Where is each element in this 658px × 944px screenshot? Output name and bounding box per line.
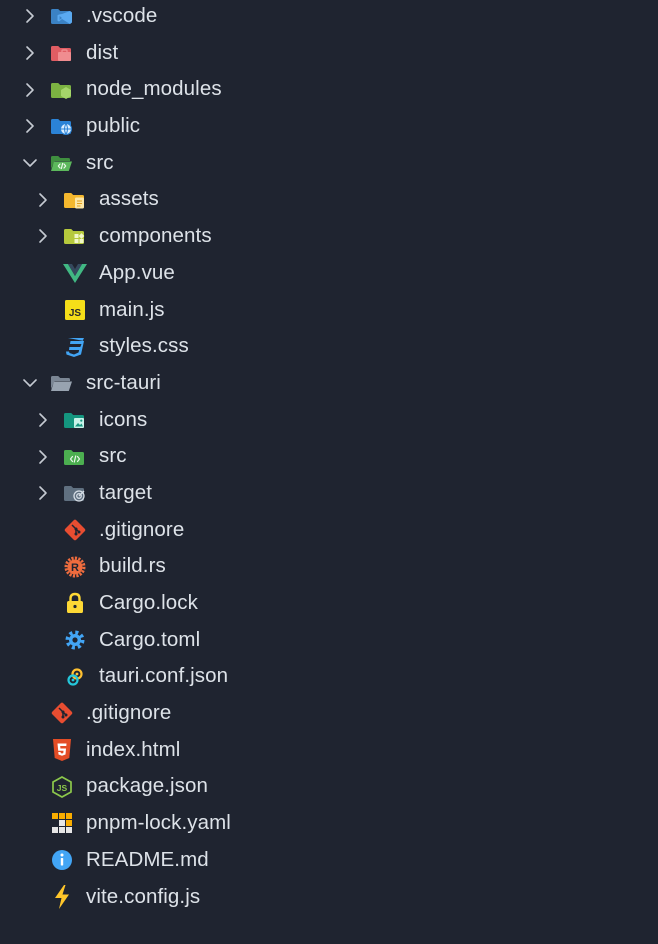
file-explorer: .vscode dist node_modulespublic src assets co… (0, 0, 658, 944)
tree-file-styles-css[interactable]: styles.css (0, 328, 658, 365)
chevron-right-icon[interactable] (20, 35, 40, 72)
tree-item-label: src (99, 444, 127, 468)
chevron-right-icon[interactable] (33, 438, 53, 475)
tree-folder-dist[interactable]: dist (0, 35, 658, 72)
chevron-right-icon[interactable] (33, 402, 53, 439)
html-file-icon (48, 732, 76, 769)
node-folder-icon (48, 71, 76, 108)
chevron-right-icon[interactable] (33, 181, 53, 218)
info-file-icon (48, 842, 76, 879)
tree-item-label: App.vue (99, 260, 175, 284)
git-file-icon (61, 512, 89, 549)
folder-open-icon (48, 365, 76, 402)
tree-file-vite-config-js[interactable]: vite.config.js (0, 879, 658, 916)
settings-file-icon (61, 622, 89, 659)
tree-item-label: tauri.conf.json (99, 664, 229, 688)
assets-folder-icon (61, 181, 89, 218)
chevron-right-icon[interactable] (33, 218, 53, 255)
tree-folder-src[interactable]: src (0, 145, 658, 182)
css-file-icon (61, 328, 89, 365)
tree-folder-vscode[interactable]: .vscode (0, 0, 658, 35)
tree-file-app-vue[interactable]: App.vue (0, 255, 658, 292)
tree-item-label: Cargo.toml (99, 627, 201, 651)
tree-item-label: node_modules (86, 77, 222, 101)
chevron-right-icon[interactable] (20, 0, 40, 35)
tree-item-label: src-tauri (86, 370, 161, 394)
tree-file-tauri-conf-json[interactable]: tauri.conf.json (0, 658, 658, 695)
tree-item-label: package.json (86, 774, 209, 798)
tree-folder-src[interactable]: src (0, 438, 658, 475)
src-folder-icon (61, 438, 89, 475)
tree-folder-node-modules[interactable]: node_modules (0, 71, 658, 108)
tree-item-label: target (99, 480, 153, 504)
tree-file-index-html[interactable]: index.html (0, 732, 658, 769)
tree-item-label: Cargo.lock (99, 591, 198, 614)
tree-item-label: public (86, 114, 141, 138)
javascript-file-icon: JS (61, 292, 89, 329)
tree-file-cargo-toml[interactable]: Cargo.toml (0, 622, 658, 659)
pnpm-file-icon (48, 805, 76, 842)
chevron-right-icon[interactable] (20, 71, 40, 108)
svg-text:R: R (71, 562, 79, 574)
tree-item-label: src (86, 150, 114, 174)
tree-item-label: pnpm-lock.yaml (86, 811, 231, 835)
components-folder-icon (61, 218, 89, 255)
svg-text:JS: JS (69, 308, 82, 319)
images-folder-icon (61, 402, 89, 439)
chevron-right-icon[interactable] (33, 475, 53, 512)
tree-file-gitignore[interactable]: .gitignore (0, 695, 658, 732)
tree-item-label: .gitignore (86, 701, 172, 725)
tree-file-cargo-lock[interactable]: Cargo.lock (0, 585, 658, 622)
tree-file-main-js[interactable]: JS main.js (0, 292, 658, 329)
public-folder-icon (48, 108, 76, 145)
git-file-icon (48, 695, 76, 732)
tree-item-label: main.js (99, 297, 165, 321)
vscode-folder-icon (48, 0, 76, 35)
tree-item-label: .vscode (86, 4, 158, 27)
vite-file-icon (48, 879, 76, 916)
vue-file-icon (61, 255, 89, 292)
rust-file-icon: R (61, 548, 89, 585)
tree-file-pnpm-lock-yaml[interactable]: pnpm-lock.yaml (0, 805, 658, 842)
nodejs-file-icon: JS (48, 768, 76, 805)
chevron-down-icon[interactable] (20, 365, 40, 402)
tree-folder-public[interactable]: public (0, 108, 658, 145)
tree-file-readme-md[interactable]: README.md (0, 842, 658, 879)
tree-file-package-json[interactable]: JS package.json (0, 768, 658, 805)
tree-item-label: README.md (86, 847, 209, 871)
tree-folder-icons[interactable]: icons (0, 402, 658, 439)
tree-item-label: index.html (86, 737, 181, 761)
tree-folder-assets[interactable]: assets (0, 181, 658, 218)
tree-item-label: styles.css (99, 334, 189, 358)
tree-folder-target[interactable]: target (0, 475, 658, 512)
chevron-right-icon[interactable] (20, 108, 40, 145)
file-tree: .vscode dist node_modulespublic src assets co… (0, 0, 658, 915)
tree-item-label: vite.config.js (86, 884, 201, 908)
tree-item-label: assets (99, 187, 159, 211)
tree-item-label: components (99, 224, 212, 248)
tree-item-label: dist (86, 40, 119, 64)
dist-folder-icon (48, 35, 76, 72)
chevron-down-icon[interactable] (20, 145, 40, 182)
tree-folder-components[interactable]: components (0, 218, 658, 255)
target-folder-icon (61, 475, 89, 512)
tree-file-gitignore[interactable]: .gitignore (0, 512, 658, 549)
lock-file-icon (61, 585, 89, 622)
tree-folder-src-tauri[interactable]: src-tauri (0, 365, 658, 402)
svg-text:JS: JS (57, 783, 68, 793)
src-folder-open-icon (48, 145, 76, 182)
tree-item-label: icons (99, 407, 148, 431)
tree-item-label: build.rs (99, 554, 166, 578)
tree-file-build-rs[interactable]: Rbuild.rs (0, 548, 658, 585)
tauri-file-icon (61, 658, 89, 695)
tree-item-label: .gitignore (99, 517, 185, 541)
